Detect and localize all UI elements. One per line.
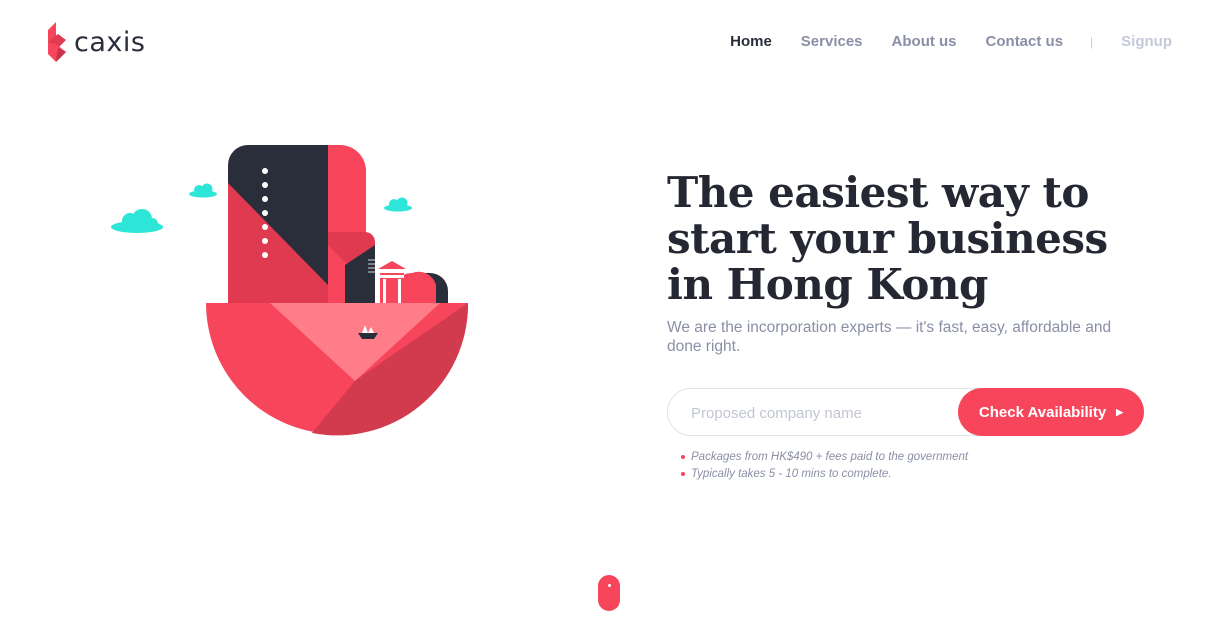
nav-home[interactable]: Home	[730, 33, 772, 50]
cloud-icon	[189, 183, 217, 198]
nav-about-us[interactable]: About us	[892, 33, 957, 50]
nav-contact-us[interactable]: Contact us	[986, 33, 1064, 50]
mouse-scroll-icon[interactable]	[598, 575, 620, 611]
nav-separator: |	[1090, 34, 1094, 49]
hero-subtitle: We are the incorporation experts — it's …	[667, 319, 1112, 355]
company-name-input[interactable]	[691, 401, 951, 425]
note-item: Packages from HK$490 + fees paid to the …	[681, 449, 968, 466]
mouse-wheel	[608, 584, 611, 587]
company-name-search: Check Availability ▶	[667, 388, 1144, 436]
note-item: Typically takes 5 - 10 mins to complete.	[681, 466, 968, 483]
chevron-right-icon: ▶	[1116, 406, 1124, 417]
note-text: Packages from HK$490 + fees paid to the …	[691, 451, 969, 463]
main-nav: Home Services About us Contact us | Sign…	[701, 33, 1172, 50]
cloud-icon	[384, 197, 412, 212]
caxis-logo-icon	[48, 22, 66, 62]
bullet-icon	[681, 471, 685, 476]
bullet-icon	[681, 455, 685, 460]
check-availability-button[interactable]: Check Availability ▶	[958, 388, 1144, 436]
brand-logo[interactable]: caxis	[44, 22, 145, 62]
hero-title: The easiest way to start your business i…	[667, 168, 1108, 309]
nav-signup[interactable]: Signup	[1121, 33, 1172, 50]
brand-name: caxis	[74, 26, 146, 58]
nav-services[interactable]: Services	[801, 33, 863, 50]
check-availability-label: Check Availability	[978, 403, 1107, 421]
cloud-icon	[111, 209, 163, 233]
temple-icon	[378, 261, 448, 305]
hero-section: The easiest way to start your business i…	[667, 170, 1167, 356]
note-text: Typically takes 5 - 10 mins to complete.	[691, 467, 892, 480]
notes-list: Packages from HK$490 + fees paid to the …	[681, 449, 968, 482]
hong-kong-illustration	[111, 145, 469, 436]
